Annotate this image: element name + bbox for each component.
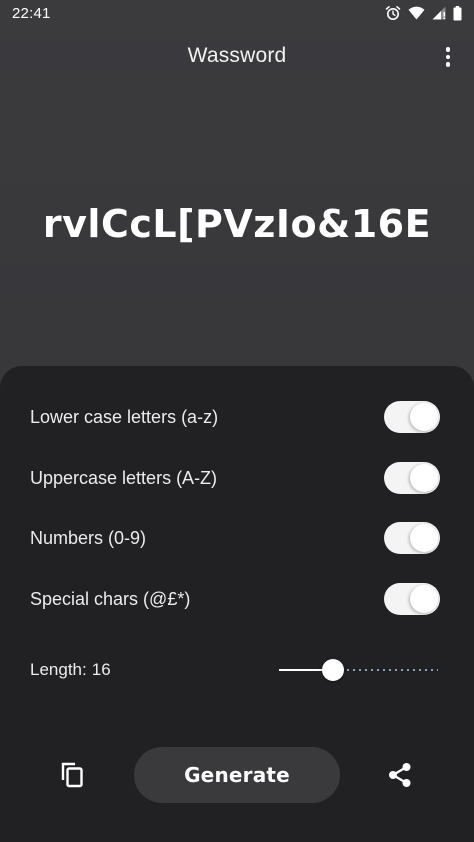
status-icons: [385, 5, 462, 21]
share-icon[interactable]: [386, 761, 414, 789]
length-label: Length: 16: [30, 660, 111, 680]
length-row: Length: 16: [30, 650, 438, 690]
copy-icon[interactable]: [58, 760, 88, 790]
length-slider[interactable]: [279, 650, 438, 690]
option-row-uppercase: Uppercase letters (A-Z): [30, 458, 440, 498]
option-label-lowercase: Lower case letters (a-z): [30, 406, 219, 427]
slider-inactive-track: [345, 669, 438, 671]
uppercase-toggle[interactable]: [384, 462, 440, 494]
length-label-text: Length:: [30, 660, 87, 679]
app-title: Wassword: [187, 44, 287, 67]
option-row-numbers: Numbers (0-9): [30, 518, 440, 558]
special-chars-toggle[interactable]: [384, 583, 440, 615]
more-vert-icon[interactable]: [436, 42, 460, 72]
lowercase-toggle[interactable]: [384, 401, 440, 433]
app-bar: Wassword: [0, 32, 474, 82]
option-label-numbers: Numbers (0-9): [30, 527, 147, 548]
generate-button[interactable]: Generate: [134, 747, 340, 803]
signal-icon: [432, 6, 446, 20]
status-bar: 22:41: [0, 0, 474, 26]
option-row-special: Special chars (@£*): [30, 579, 440, 619]
status-time: 22:41: [12, 4, 51, 22]
wifi-icon: [408, 6, 425, 20]
length-value: 16: [91, 660, 111, 679]
option-row-lowercase: Lower case letters (a-z): [30, 397, 440, 437]
option-label-uppercase: Uppercase letters (A-Z): [30, 467, 218, 488]
option-label-special: Special chars (@£*): [30, 588, 191, 609]
generated-password: rvlCcL[PVzIo&16E: [42, 202, 432, 246]
alarm-icon: [385, 6, 401, 20]
numbers-toggle[interactable]: [384, 522, 440, 554]
bottom-action-bar: Generate: [0, 746, 474, 804]
slider-thumb[interactable]: [322, 659, 344, 681]
battery-icon: [453, 5, 462, 20]
